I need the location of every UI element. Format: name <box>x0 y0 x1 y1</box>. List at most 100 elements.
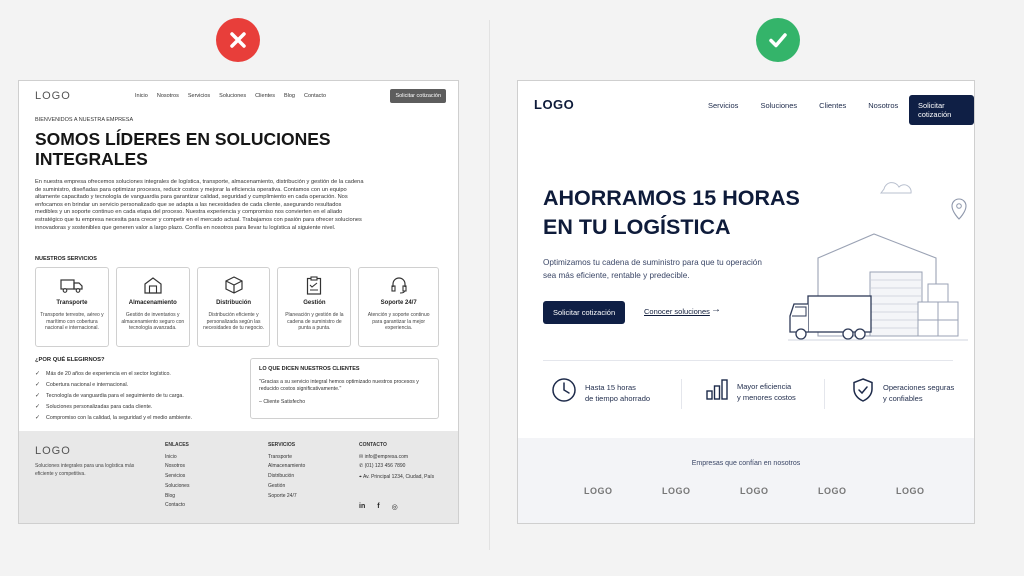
feature-divider <box>681 379 682 409</box>
footer-link[interactable]: Soporte 24/7 <box>268 492 305 502</box>
list-item: Soluciones personalizadas para cada clie… <box>35 402 192 413</box>
service-card[interactable]: Almacenamiento Gestión de inventarios y … <box>115 267 190 347</box>
headset-icon <box>359 274 438 296</box>
why-list: Más de 20 años de experiencia en el sect… <box>35 369 192 424</box>
footer-link[interactable]: Blog <box>165 492 189 502</box>
arrow-right-icon: → <box>711 304 721 315</box>
service-desc: Distribución eficiente y personalizada s… <box>203 312 265 331</box>
nav-link[interactable]: Servicios <box>188 93 210 99</box>
footer-address: ⌖ Av. Principal 1234, Ciudad, País <box>359 474 435 481</box>
social-links: in f ◎ <box>359 503 398 511</box>
footer-link[interactable]: Servicios <box>165 472 189 482</box>
footer-link[interactable]: Almacenamiento <box>268 462 305 472</box>
list-item: Compromiso con la calidad, la seguridad … <box>35 413 192 424</box>
service-card[interactable]: Soporte 24/7 Atención y soporte continuo… <box>358 267 440 347</box>
footer-email: ✉ info@empresa.com <box>359 453 409 460</box>
footer-link[interactable]: Contacto <box>165 501 189 511</box>
nav-link[interactable]: Blog <box>284 93 295 99</box>
service-card[interactable]: Distribución Distribución eficiente y pe… <box>196 267 271 347</box>
section-divider <box>543 360 953 361</box>
testimonial-box: LO QUE DICEN NUESTROS CLIENTES "Gracias … <box>250 358 439 419</box>
box-icon <box>198 274 270 296</box>
services-cards: Transporte Transporte terrestre, aéreo y… <box>35 267 440 347</box>
body-text: En nuestra empresa ofrecemos soluciones … <box>35 179 364 231</box>
footer-link[interactable]: Distribución <box>268 472 305 482</box>
center-divider <box>489 20 490 550</box>
client-logo: LOGO <box>584 486 613 496</box>
page-title: AHORRAMOS 15 HORAS EN TU LOGÍSTICA <box>543 186 800 239</box>
service-title: Transporte <box>56 300 88 306</box>
logistics-illustration <box>788 182 968 341</box>
primary-quote-button[interactable]: Solicitar cotización <box>543 301 626 324</box>
footer-link[interactable]: Nosotros <box>165 462 189 472</box>
nav-links: Servicios Soluciones Clientes Nosotros <box>708 101 898 110</box>
footer-col-heading: CONTACTO <box>359 442 387 448</box>
trust-heading: Empresas que confían en nosotros <box>691 460 801 467</box>
nav-link[interactable]: Clientes <box>255 93 275 99</box>
feature-item: Mayor eficiencia y menores costos <box>705 377 796 406</box>
client-logo: LOGO <box>818 486 847 496</box>
clipboard-icon <box>278 274 350 296</box>
nav-links: Inicio Nosotros Servicios Soluciones Cli… <box>135 93 326 99</box>
nav-link[interactable]: Servicios <box>708 101 738 110</box>
service-card[interactable]: Gestión Planeación y gestión de la caden… <box>277 267 352 347</box>
service-card[interactable]: Transporte Transporte terrestre, aéreo y… <box>35 267 109 347</box>
why-heading: ¿POR QUÉ ELEGIRNOS? <box>35 357 105 363</box>
nav-link[interactable]: Soluciones <box>760 101 797 110</box>
service-title: Soporte 24/7 <box>380 300 417 306</box>
check-icon <box>756 18 800 62</box>
logo: LOGO <box>35 90 71 102</box>
services-heading: NUESTROS SERVICIOS <box>35 256 97 262</box>
client-logo: LOGO <box>740 486 769 496</box>
nav-link[interactable]: Contacto <box>304 93 326 99</box>
footer-link[interactable]: Transporte <box>268 453 305 463</box>
bar-chart-icon <box>705 377 729 406</box>
list-item: Cobertura nacional e internacional. <box>35 380 192 391</box>
quote-button[interactable]: Solicitar cotización <box>390 89 446 103</box>
footer-link[interactable]: Inicio <box>165 453 189 463</box>
feature-divider <box>824 379 825 409</box>
navbar: LOGO Inicio Nosotros Servicios Solucione… <box>19 81 458 113</box>
service-title: Almacenamiento <box>128 300 177 306</box>
nav-link[interactable]: Soluciones <box>219 93 246 99</box>
footer: LOGO Soluciones integrales para una logí… <box>19 431 458 523</box>
service-title: Distribución <box>216 300 252 306</box>
client-logo: LOGO <box>662 486 691 496</box>
instagram-icon[interactable]: ◎ <box>392 503 398 511</box>
bad-example-mockup: LOGO Inicio Nosotros Servicios Solucione… <box>18 80 459 524</box>
linkedin-icon[interactable]: in <box>359 503 365 511</box>
page-title: SOMOS LÍDERES EN SOLUCIONES INTEGRALES <box>35 129 331 169</box>
clock-icon <box>551 377 577 408</box>
list-item: Más de 20 años de experiencia en el sect… <box>35 369 192 380</box>
facebook-icon[interactable]: f <box>377 503 379 511</box>
testimonial-heading: LO QUE DICEN NUESTROS CLIENTES <box>259 366 360 372</box>
nav-link[interactable]: Nosotros <box>157 93 179 99</box>
list-item: Tecnología de vanguardia para el seguimi… <box>35 391 192 402</box>
service-desc: Planeación y gestión de la cadena de sum… <box>285 312 344 331</box>
client-logo: LOGO <box>896 486 925 496</box>
trust-band: Empresas que confían en nosotros LOGO LO… <box>518 438 974 523</box>
client-logos: LOGO LOGO LOGO LOGO LOGO <box>584 486 974 496</box>
footer-tagline: Soluciones integrales para una logística… <box>35 463 135 477</box>
truck-icon <box>36 274 108 296</box>
footer-col-heading: ENLACES <box>165 442 189 448</box>
footer-link[interactable]: Soluciones <box>165 482 189 492</box>
logo: LOGO <box>534 97 575 112</box>
feature-item: Hasta 15 horas de tiempo ahorrado <box>551 377 650 408</box>
service-desc: Transporte terrestre, aéreo y marítimo c… <box>40 312 104 331</box>
nav-link[interactable]: Inicio <box>135 93 148 99</box>
service-desc: Atención y soporte continuo para garanti… <box>367 312 430 331</box>
shield-check-icon <box>851 377 875 408</box>
kicker: BIENVENIDOS A NUESTRA EMPRESA <box>35 117 134 123</box>
quote-button[interactable]: Solicitar cotización <box>909 95 974 125</box>
feature-item: Operaciones seguras y confiables <box>851 377 954 408</box>
testimonial-quote: "Gracias a su servicio integral hemos op… <box>259 379 419 392</box>
nav-link[interactable]: Nosotros <box>868 101 898 110</box>
service-title: Gestión <box>303 300 326 306</box>
footer-col-heading: SERVICIOS <box>268 442 296 448</box>
footer-contact: CONTACTO ✉ info@empresa.com ✆ (01) 123 4… <box>359 441 449 480</box>
footer-link[interactable]: Gestión <box>268 482 305 492</box>
solutions-link[interactable]: Conocer soluciones <box>644 307 710 316</box>
nav-link[interactable]: Clientes <box>819 101 846 110</box>
testimonial-author: – Cliente Satisfecho <box>259 399 306 405</box>
